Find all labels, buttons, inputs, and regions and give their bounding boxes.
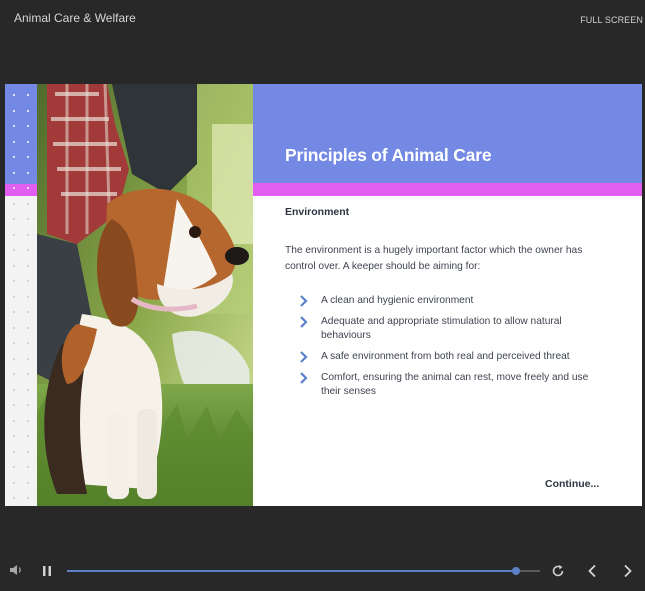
decorative-dot <box>27 264 29 267</box>
list-item: Comfort, ensuring the animal can rest, m… <box>299 371 609 399</box>
decorative-dot <box>13 156 15 158</box>
decorative-dot <box>27 435 29 437</box>
decorative-dot <box>13 404 15 406</box>
decorative-dot <box>13 187 15 189</box>
decorative-dot-strip <box>5 84 37 506</box>
decorative-dot <box>13 497 15 499</box>
decorative-dot <box>27 419 29 422</box>
next-icon[interactable] <box>623 564 633 578</box>
decorative-dot <box>27 140 29 143</box>
section-subheading: Environment <box>285 206 350 218</box>
top-bar: Animal Care & Welfare FULL SCREEN <box>0 0 645 40</box>
decorative-dot <box>13 326 15 329</box>
decorative-dot <box>13 249 15 251</box>
bullet-list: A clean and hygienic environment Adequat… <box>299 294 609 406</box>
decorative-dot <box>27 187 29 189</box>
continue-link[interactable]: Continue... <box>545 478 599 490</box>
decorative-dot <box>13 94 15 96</box>
decorative-dot <box>27 94 29 96</box>
decorative-dot <box>27 311 29 313</box>
slide: Principles of Animal Care Environment Th… <box>5 84 642 506</box>
decorative-dot <box>27 481 29 484</box>
decorative-dot <box>27 388 29 391</box>
decorative-dot <box>27 202 29 205</box>
decorative-dot <box>27 218 29 220</box>
decorative-dot <box>27 280 29 282</box>
dot-strip-pink <box>5 184 37 196</box>
chevron-right-icon <box>300 295 308 307</box>
decorative-dot <box>13 357 15 360</box>
decorative-dot <box>27 156 29 158</box>
bullet-text: Comfort, ensuring the animal can rest, m… <box>321 372 589 397</box>
slide-header: Principles of Animal Care <box>253 84 642 183</box>
fullscreen-button[interactable]: FULL SCREEN <box>580 15 643 25</box>
list-item: A safe environment from both real and pe… <box>299 350 609 364</box>
decorative-dot <box>27 171 29 174</box>
player-controls <box>0 553 645 591</box>
dot-strip-blue <box>5 84 37 184</box>
decorative-dot <box>13 311 15 313</box>
decorative-dot <box>13 218 15 220</box>
decorative-dot <box>27 450 29 453</box>
decorative-dot <box>13 125 15 127</box>
decorative-dot <box>27 342 29 344</box>
decorative-dot <box>13 109 15 112</box>
beagle-puppy-photo <box>37 84 253 506</box>
decorative-dot <box>27 326 29 329</box>
decorative-dot <box>13 466 15 468</box>
decorative-dot <box>13 481 15 484</box>
decorative-dot <box>13 171 15 174</box>
decorative-dot <box>27 125 29 127</box>
decorative-dot <box>13 419 15 422</box>
decorative-dot <box>27 295 29 298</box>
slide-title: Principles of Animal Care <box>285 145 492 165</box>
volume-icon[interactable] <box>9 564 23 576</box>
progress-handle[interactable] <box>512 567 521 575</box>
decorative-dot <box>13 373 15 375</box>
replay-icon[interactable] <box>551 564 565 578</box>
decorative-dot <box>27 497 29 499</box>
decorative-dot <box>27 249 29 251</box>
decorative-dot <box>13 280 15 282</box>
decorative-dot <box>27 357 29 360</box>
decorative-dot <box>27 404 29 406</box>
list-item: Adequate and appropriate stimulation to … <box>299 315 609 343</box>
decorative-dot <box>27 466 29 468</box>
previous-icon[interactable] <box>587 564 597 578</box>
decorative-dot <box>27 233 29 236</box>
progress-fill <box>67 570 517 572</box>
decorative-dot <box>13 202 15 205</box>
intro-paragraph: The environment is a hugely important fa… <box>285 245 583 272</box>
decorative-dot <box>13 295 15 298</box>
decorative-dot <box>27 373 29 375</box>
chevron-right-icon <box>300 372 308 384</box>
chevron-right-icon <box>300 351 308 363</box>
decorative-dot <box>13 342 15 344</box>
header-accent-bar <box>253 183 642 196</box>
course-title: Animal Care & Welfare <box>14 11 136 25</box>
decorative-dot <box>13 388 15 391</box>
decorative-dot <box>13 233 15 236</box>
decorative-dot <box>13 140 15 143</box>
decorative-dot <box>13 435 15 437</box>
chevron-right-icon <box>300 316 308 328</box>
list-item: A clean and hygienic environment <box>299 294 609 308</box>
pause-icon[interactable] <box>42 565 52 577</box>
decorative-dot <box>27 109 29 112</box>
decorative-dot <box>13 450 15 453</box>
bullet-text: Adequate and appropriate stimulation to … <box>321 316 562 341</box>
bullet-text: A safe environment from both real and pe… <box>321 351 570 362</box>
decorative-dot <box>13 264 15 267</box>
bullet-text: A clean and hygienic environment <box>321 295 474 306</box>
progress-bar[interactable] <box>67 567 540 575</box>
